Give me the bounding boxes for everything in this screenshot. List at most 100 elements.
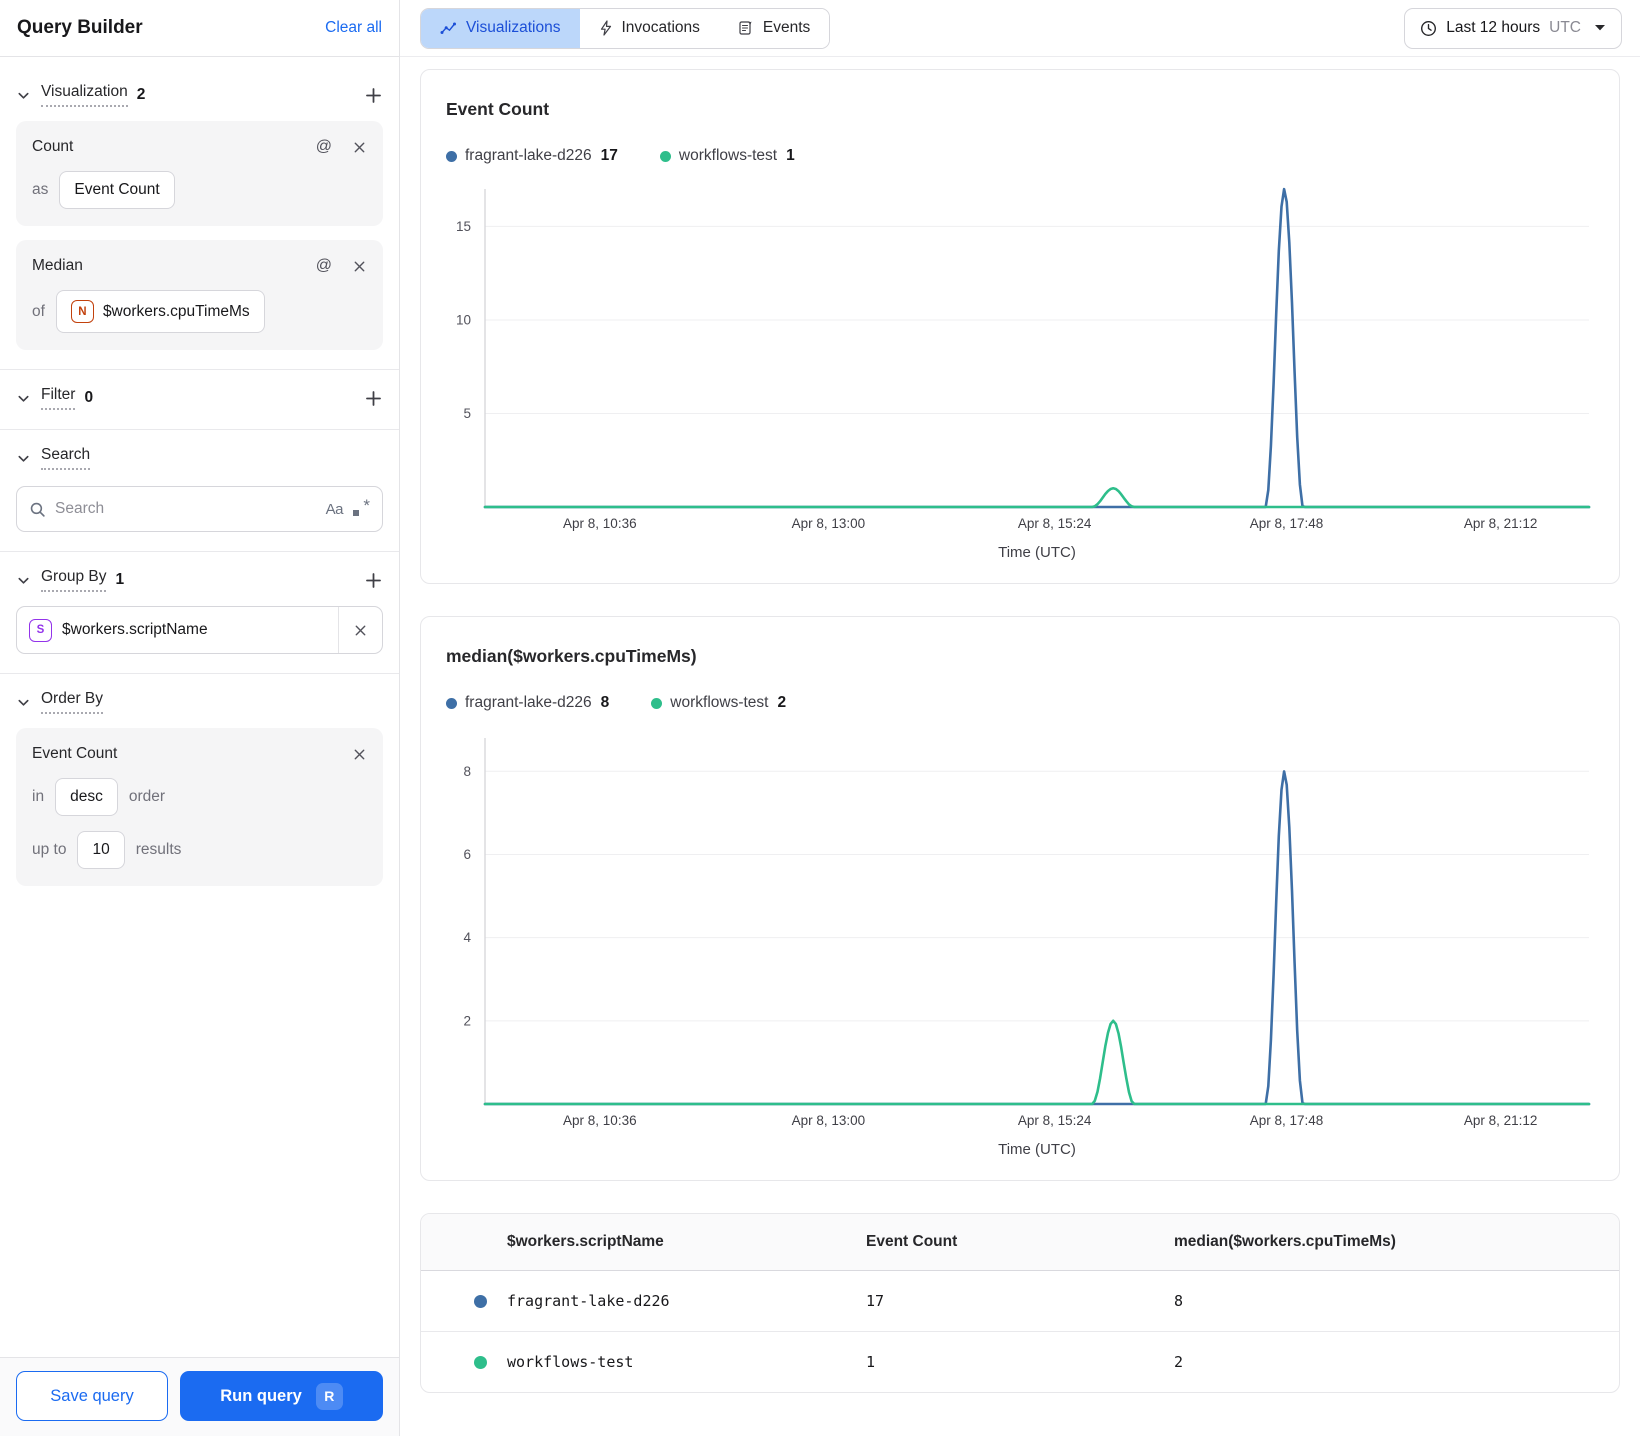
svg-text:5: 5 (463, 406, 471, 421)
results-table-header-row: $workers.scriptName Event Count median($… (421, 1214, 1619, 1271)
tab-events[interactable]: Events (718, 8, 830, 48)
at-mention-icon[interactable]: @ (316, 257, 332, 275)
search-icon (29, 501, 46, 518)
divider (0, 429, 399, 430)
regex-icon[interactable]: * (352, 496, 370, 518)
svg-text:Apr 8, 15:24: Apr 8, 15:24 (1018, 516, 1092, 531)
chart-legend: fragrant-lake-d226 17 workflows-test 1 (446, 147, 1603, 165)
event-log-icon (738, 20, 754, 36)
search-input[interactable] (55, 500, 317, 518)
median-card-title: Median (32, 257, 83, 274)
filter-count: 0 (84, 389, 94, 406)
svg-text:Apr 8, 15:24: Apr 8, 15:24 (1018, 1113, 1092, 1128)
legend-item[interactable]: workflows-test 2 (651, 694, 786, 712)
sort-direction-button[interactable]: desc (55, 778, 118, 816)
tab-visualizations[interactable]: Visualizations (421, 8, 580, 48)
svg-text:6: 6 (463, 847, 471, 862)
legend-series-value: 8 (600, 694, 610, 711)
tab-events-label: Events (762, 19, 811, 36)
legend-series-value: 2 (777, 694, 787, 711)
svg-text:Apr 8, 21:12: Apr 8, 21:12 (1464, 1113, 1538, 1128)
run-query-button[interactable]: Run query R (180, 1371, 383, 1421)
upto-label: up to (32, 841, 67, 858)
svg-text:Apr 8, 13:00: Apr 8, 13:00 (792, 1113, 866, 1128)
remove-count-icon[interactable] (352, 140, 367, 155)
svg-text:15: 15 (456, 219, 471, 234)
page-title: Query Builder (17, 17, 143, 38)
chevron-down-icon[interactable] (16, 695, 31, 710)
tab-visualizations-label: Visualizations (466, 19, 561, 36)
query-builder-header: Query Builder Clear all (0, 0, 399, 57)
section-order-by-header: Order By (16, 690, 383, 714)
time-range-timezone: UTC (1549, 19, 1581, 36)
time-range-label: Last 12 hours (1446, 19, 1541, 36)
legend-series-value: 17 (600, 147, 618, 164)
save-query-button[interactable]: Save query (16, 1371, 168, 1421)
app-root: Query Builder Clear all Visualization 2 … (0, 0, 1640, 1436)
divider (0, 551, 399, 552)
table-row[interactable]: workflows-test 1 2 (421, 1332, 1619, 1393)
result-limit-button[interactable]: 10 (77, 831, 125, 869)
legend-item[interactable]: fragrant-lake-d226 8 (446, 694, 609, 712)
at-mention-icon[interactable]: @ (316, 138, 332, 156)
bolt-icon (599, 20, 613, 36)
remove-order-by-icon[interactable] (352, 747, 367, 762)
column-script-name: $workers.scriptName (421, 1214, 866, 1271)
divider (0, 673, 399, 674)
legend-dot-icon (446, 150, 457, 162)
count-alias-button[interactable]: Event Count (59, 171, 175, 209)
legend-item[interactable]: workflows-test 1 (659, 147, 795, 165)
legend-series-name: workflows-test (678, 147, 778, 164)
median-cell: 8 (1174, 1270, 1619, 1332)
line-chart[interactable]: 5 10 15 Apr 8, 10:36 Apr 8, 13:00 Apr 8, 15:2… (437, 179, 1603, 567)
remove-group-by-icon[interactable] (338, 607, 382, 653)
query-builder-body: Visualization 2 Count @ as Event Count M… (0, 57, 399, 1357)
legend-dot-icon (446, 697, 457, 709)
chevron-down-icon[interactable] (16, 391, 31, 406)
section-filter-header: Filter 0 (16, 386, 383, 410)
svg-text:2: 2 (463, 1013, 471, 1028)
line-chart[interactable]: 2 4 6 8 Apr 8, 10:36 Apr 8, 13:00 Apr 8, 15:24… (437, 726, 1603, 1164)
number-type-icon: N (70, 300, 94, 323)
results-label: results (135, 841, 182, 858)
table-row[interactable]: fragrant-lake-d226 17 8 (421, 1270, 1619, 1332)
time-range-dropdown[interactable]: Last 12 hours UTC (1404, 7, 1622, 49)
topbar: Visualizations Invocations Events Last 1… (400, 0, 1640, 57)
chart-card-median-cputime: median($workers.cpuTimeMs) fragrant-lake… (420, 616, 1620, 1181)
script-name-cell: workflows-test (507, 1353, 634, 1371)
chevron-down-icon[interactable] (16, 573, 31, 588)
chevron-down-icon[interactable] (16, 88, 31, 103)
add-visualization-button[interactable] (364, 86, 383, 105)
median-field-button[interactable]: N $workers.cpuTimeMs (55, 290, 265, 333)
series-dot-icon (474, 1355, 487, 1369)
main-content: Event Count fragrant-lake-d226 17 workflow… (400, 57, 1640, 1436)
chart-legend: fragrant-lake-d226 8 workflows-test 2 (446, 694, 1603, 712)
of-label: of (32, 302, 45, 320)
group-by-item[interactable]: S $workers.scriptName (16, 606, 383, 654)
svg-text:10: 10 (456, 312, 471, 327)
tab-invocations[interactable]: Invocations (579, 8, 719, 48)
column-event-count: Event Count (866, 1214, 1174, 1271)
remove-median-icon[interactable] (352, 259, 367, 274)
visualization-card-median: Median @ of N $workers.cpuTimeMs (16, 240, 383, 350)
query-builder-panel: Query Builder Clear all Visualization 2 … (0, 0, 400, 1436)
event-count-cell: 17 (866, 1270, 1174, 1332)
svg-text:8: 8 (463, 764, 471, 779)
clock-icon (1420, 20, 1437, 37)
svg-text:Apr 8, 10:36: Apr 8, 10:36 (563, 516, 637, 531)
clear-all-button[interactable]: Clear all (325, 19, 382, 37)
results-table-card: $workers.scriptName Event Count median($… (420, 1213, 1620, 1393)
svg-text:Apr 8, 17:48: Apr 8, 17:48 (1250, 1113, 1324, 1128)
svg-text:Apr 8, 13:00: Apr 8, 13:00 (792, 516, 866, 531)
match-case-icon[interactable]: Aa (326, 501, 344, 518)
add-filter-button[interactable] (364, 389, 383, 408)
legend-dot-icon (659, 150, 671, 162)
string-type-icon: S (29, 618, 52, 642)
legend-item[interactable]: fragrant-lake-d226 17 (446, 147, 618, 165)
add-group-by-button[interactable] (364, 571, 383, 590)
legend-series-value: 1 (786, 147, 795, 164)
search-box: Aa * (16, 486, 383, 532)
group-by-field-value: $workers.scriptName (62, 621, 208, 638)
section-search-label: Search (41, 446, 91, 470)
chevron-down-icon[interactable] (16, 451, 31, 466)
